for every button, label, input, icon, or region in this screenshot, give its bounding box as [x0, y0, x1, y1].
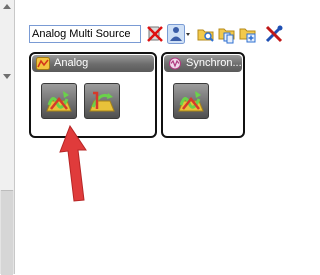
remove-icon[interactable]: [145, 24, 165, 44]
palette-group-synchronous: Synchron...: [161, 52, 245, 138]
tools-icon[interactable]: [264, 24, 284, 44]
group-header-analog[interactable]: Analog: [32, 55, 154, 72]
analog-source-block-icon[interactable]: [84, 83, 120, 119]
person-dropdown-icon[interactable]: [167, 24, 191, 44]
search-input[interactable]: Analog Multi Source: [29, 25, 141, 43]
synchronous-multi-source-block-icon[interactable]: [173, 83, 209, 119]
analog-multi-source-block-icon[interactable]: [41, 83, 77, 119]
group-title-analog: Analog: [54, 57, 89, 69]
synchronous-group-icon: [169, 57, 181, 70]
group-header-synchronous[interactable]: Synchron...: [164, 55, 242, 72]
left-dock-panel: [0, 0, 15, 275]
folder-search-icon[interactable]: [196, 24, 216, 44]
palette-toolbar: Analog Multi Source: [18, 23, 288, 49]
left-dock-strip: [0, 0, 14, 190]
left-panel-scroll-thumb[interactable]: [1, 190, 13, 275]
folder-add-icon[interactable]: [238, 24, 258, 44]
red-annotation-arrow-icon: [59, 124, 87, 202]
scroll-up-arrow-icon[interactable]: [3, 4, 11, 9]
group-title-synchronous: Synchron...: [186, 57, 242, 69]
analog-group-icon: [36, 57, 50, 70]
scroll-down-arrow-icon[interactable]: [3, 74, 11, 79]
folder-copy-icon[interactable]: [217, 24, 237, 44]
